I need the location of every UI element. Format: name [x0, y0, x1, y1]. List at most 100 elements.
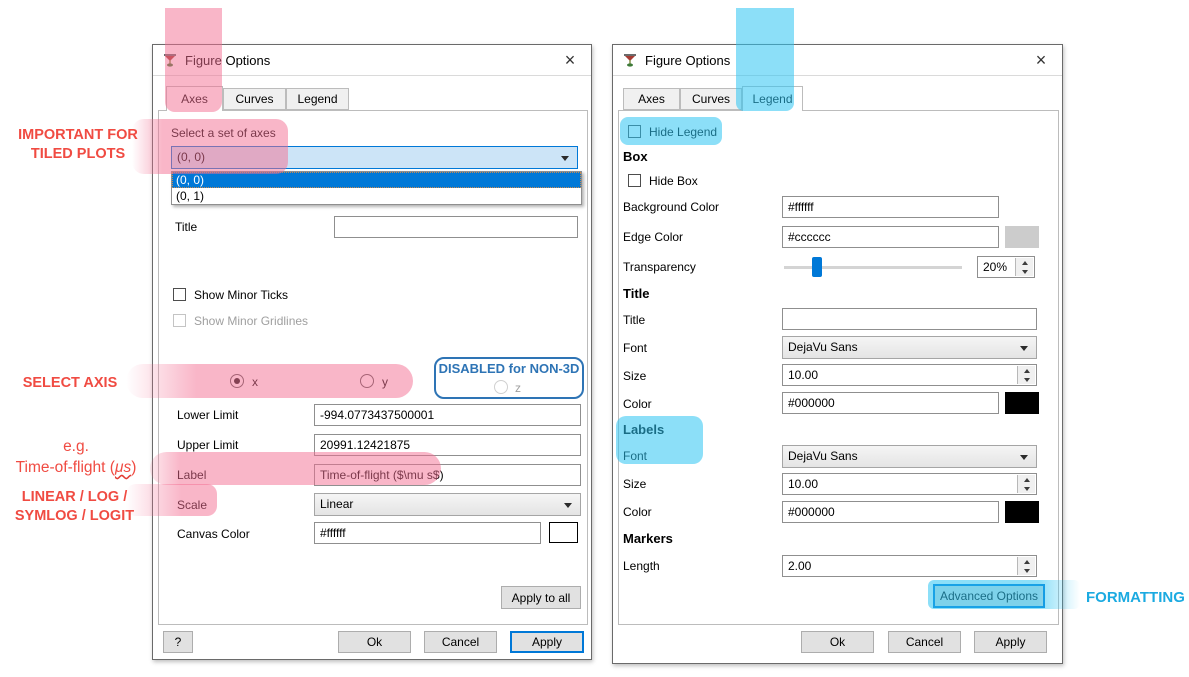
radio-z-label: z	[515, 381, 521, 396]
labels-size-spinbox[interactable]: 10.00	[782, 473, 1037, 495]
tab-curves[interactable]: Curves	[223, 88, 286, 110]
close-icon[interactable]: ×	[549, 45, 591, 75]
chevron-down-icon	[1020, 455, 1028, 460]
close-icon[interactable]: ×	[1020, 45, 1062, 75]
show-minor-gridlines-label: Show Minor Gridlines	[194, 314, 308, 329]
edge-color-swatch[interactable]	[1005, 226, 1039, 248]
canvas-color-swatch[interactable]	[549, 522, 578, 543]
slider-handle[interactable]	[812, 257, 822, 277]
lower-limit-label: Lower Limit	[177, 408, 238, 423]
annotation-important-tiled-plots: IMPORTANT FOR TILED PLOTS	[4, 126, 152, 164]
annotation-scale-options: LINEAR / LOG / SYMLOG / LOGIT	[2, 488, 147, 526]
title-size-spinbox[interactable]: 10.00	[782, 364, 1037, 386]
show-minor-gridlines-checkbox	[173, 314, 186, 327]
labels-section-header: Labels	[623, 422, 664, 437]
canvas-color-input[interactable]: #ffffff	[314, 522, 541, 544]
title-label: Title	[175, 220, 197, 235]
disabled-non3d-text: DISABLED for NON-3D	[436, 361, 582, 376]
chevron-down-icon	[1020, 346, 1028, 351]
title-font-label: Font	[623, 341, 647, 356]
disabled-non3d-annotation-box: DISABLED for NON-3D z	[434, 357, 584, 399]
tab-axes[interactable]: Axes	[166, 86, 223, 111]
radio-x-label: x	[252, 375, 258, 390]
spinner-arrows[interactable]	[1015, 258, 1033, 276]
title-color-label: Color	[623, 397, 652, 412]
ok-button[interactable]: Ok	[338, 631, 411, 653]
tab-legend[interactable]: Legend	[742, 86, 803, 111]
markers-section-header: Markers	[623, 531, 673, 546]
window-title: Figure Options	[645, 53, 730, 68]
annotation-example-label: e.g. Time-of-flight (μs)	[0, 436, 152, 478]
show-minor-ticks-label: Show Minor Ticks	[194, 288, 288, 303]
axis-label-input[interactable]: Time-of-flight ($\mu s$)	[314, 464, 581, 486]
background-color-label: Background Color	[623, 200, 719, 215]
axes-combobox[interactable]: (0, 0)	[171, 146, 578, 169]
radio-y[interactable]	[360, 374, 374, 388]
spinner-arrows[interactable]	[1017, 557, 1035, 575]
hide-legend-label: Hide Legend	[649, 125, 717, 140]
tab-legend[interactable]: Legend	[286, 88, 349, 110]
length-spinbox[interactable]: 2.00	[782, 555, 1037, 577]
lower-limit-input[interactable]: -994.0773437500001	[314, 404, 581, 426]
axis-label-label: Label	[177, 468, 206, 483]
apply-to-all-button[interactable]: Apply to all	[501, 586, 581, 609]
ok-button[interactable]: Ok	[801, 631, 874, 653]
transparency-spinbox[interactable]: 20%	[977, 256, 1035, 278]
cancel-button[interactable]: Cancel	[424, 631, 497, 653]
title-font-combobox[interactable]: DejaVu Sans	[782, 336, 1037, 359]
labels-color-input[interactable]: #000000	[782, 501, 999, 523]
radio-z	[494, 380, 508, 394]
apply-button[interactable]: Apply	[510, 631, 584, 653]
matplotlib-icon	[162, 52, 178, 68]
title-color-input[interactable]: #000000	[782, 392, 999, 414]
axes-option-0-0[interactable]: (0, 0)	[172, 172, 581, 188]
hide-box-checkbox[interactable]	[628, 174, 641, 187]
background-color-input[interactable]: #ffffff	[782, 196, 999, 218]
tab-curves[interactable]: Curves	[680, 88, 742, 110]
labels-color-swatch[interactable]	[1005, 501, 1039, 523]
length-value: 2.00	[788, 559, 811, 573]
title-size-value: 10.00	[788, 368, 818, 382]
titlebar: Figure Options ×	[613, 45, 1062, 76]
transparency-label: Transparency	[623, 260, 696, 275]
spinner-arrows[interactable]	[1017, 366, 1035, 384]
labels-font-value: DejaVu Sans	[788, 449, 858, 463]
annotation-select-axis: SELECT AXIS	[0, 375, 140, 391]
radio-x[interactable]	[230, 374, 244, 388]
legend-title-input[interactable]	[782, 308, 1037, 330]
tab-bar: Axes Curves Legend	[153, 88, 591, 111]
transparency-slider[interactable]	[782, 256, 964, 278]
help-button[interactable]: ?	[163, 631, 193, 653]
length-label: Length	[623, 559, 660, 574]
canvas-color-label: Canvas Color	[177, 527, 250, 542]
edge-color-input[interactable]: #cccccc	[782, 226, 999, 248]
scale-combobox[interactable]: Linear	[314, 493, 581, 516]
spinner-arrows[interactable]	[1017, 475, 1035, 493]
mu-s-italic: μs	[115, 459, 131, 476]
annotation-formatting: FORMATTING	[1086, 589, 1186, 606]
upper-limit-label: Upper Limit	[177, 438, 238, 453]
legend-title-label: Title	[623, 313, 645, 328]
apply-button[interactable]: Apply	[974, 631, 1047, 653]
title-input[interactable]	[334, 216, 578, 238]
transparency-value: 20%	[983, 260, 1007, 274]
axes-dropdown-list: (0, 0) (0, 1)	[171, 171, 582, 205]
show-minor-ticks-checkbox[interactable]	[173, 288, 186, 301]
advanced-options-button[interactable]: Advanced Options	[933, 584, 1045, 608]
axes-option-0-1[interactable]: (0, 1)	[172, 188, 581, 204]
title-color-swatch[interactable]	[1005, 392, 1039, 414]
title-section-header: Title	[623, 286, 650, 301]
tab-axes[interactable]: Axes	[623, 88, 680, 110]
hide-box-label: Hide Box	[649, 174, 698, 189]
upper-limit-input[interactable]: 20991.12421875	[314, 434, 581, 456]
matplotlib-icon	[622, 52, 638, 68]
axes-combobox-value: (0, 0)	[177, 150, 205, 164]
cancel-button[interactable]: Cancel	[888, 631, 961, 653]
chevron-down-icon	[561, 156, 569, 161]
labels-color-label: Color	[623, 505, 652, 520]
scale-label: Scale	[177, 498, 207, 513]
labels-font-combobox[interactable]: DejaVu Sans	[782, 445, 1037, 468]
tab-bar: Axes Curves Legend	[613, 88, 1062, 111]
hide-legend-checkbox[interactable]	[628, 125, 641, 138]
edge-color-label: Edge Color	[623, 230, 683, 245]
